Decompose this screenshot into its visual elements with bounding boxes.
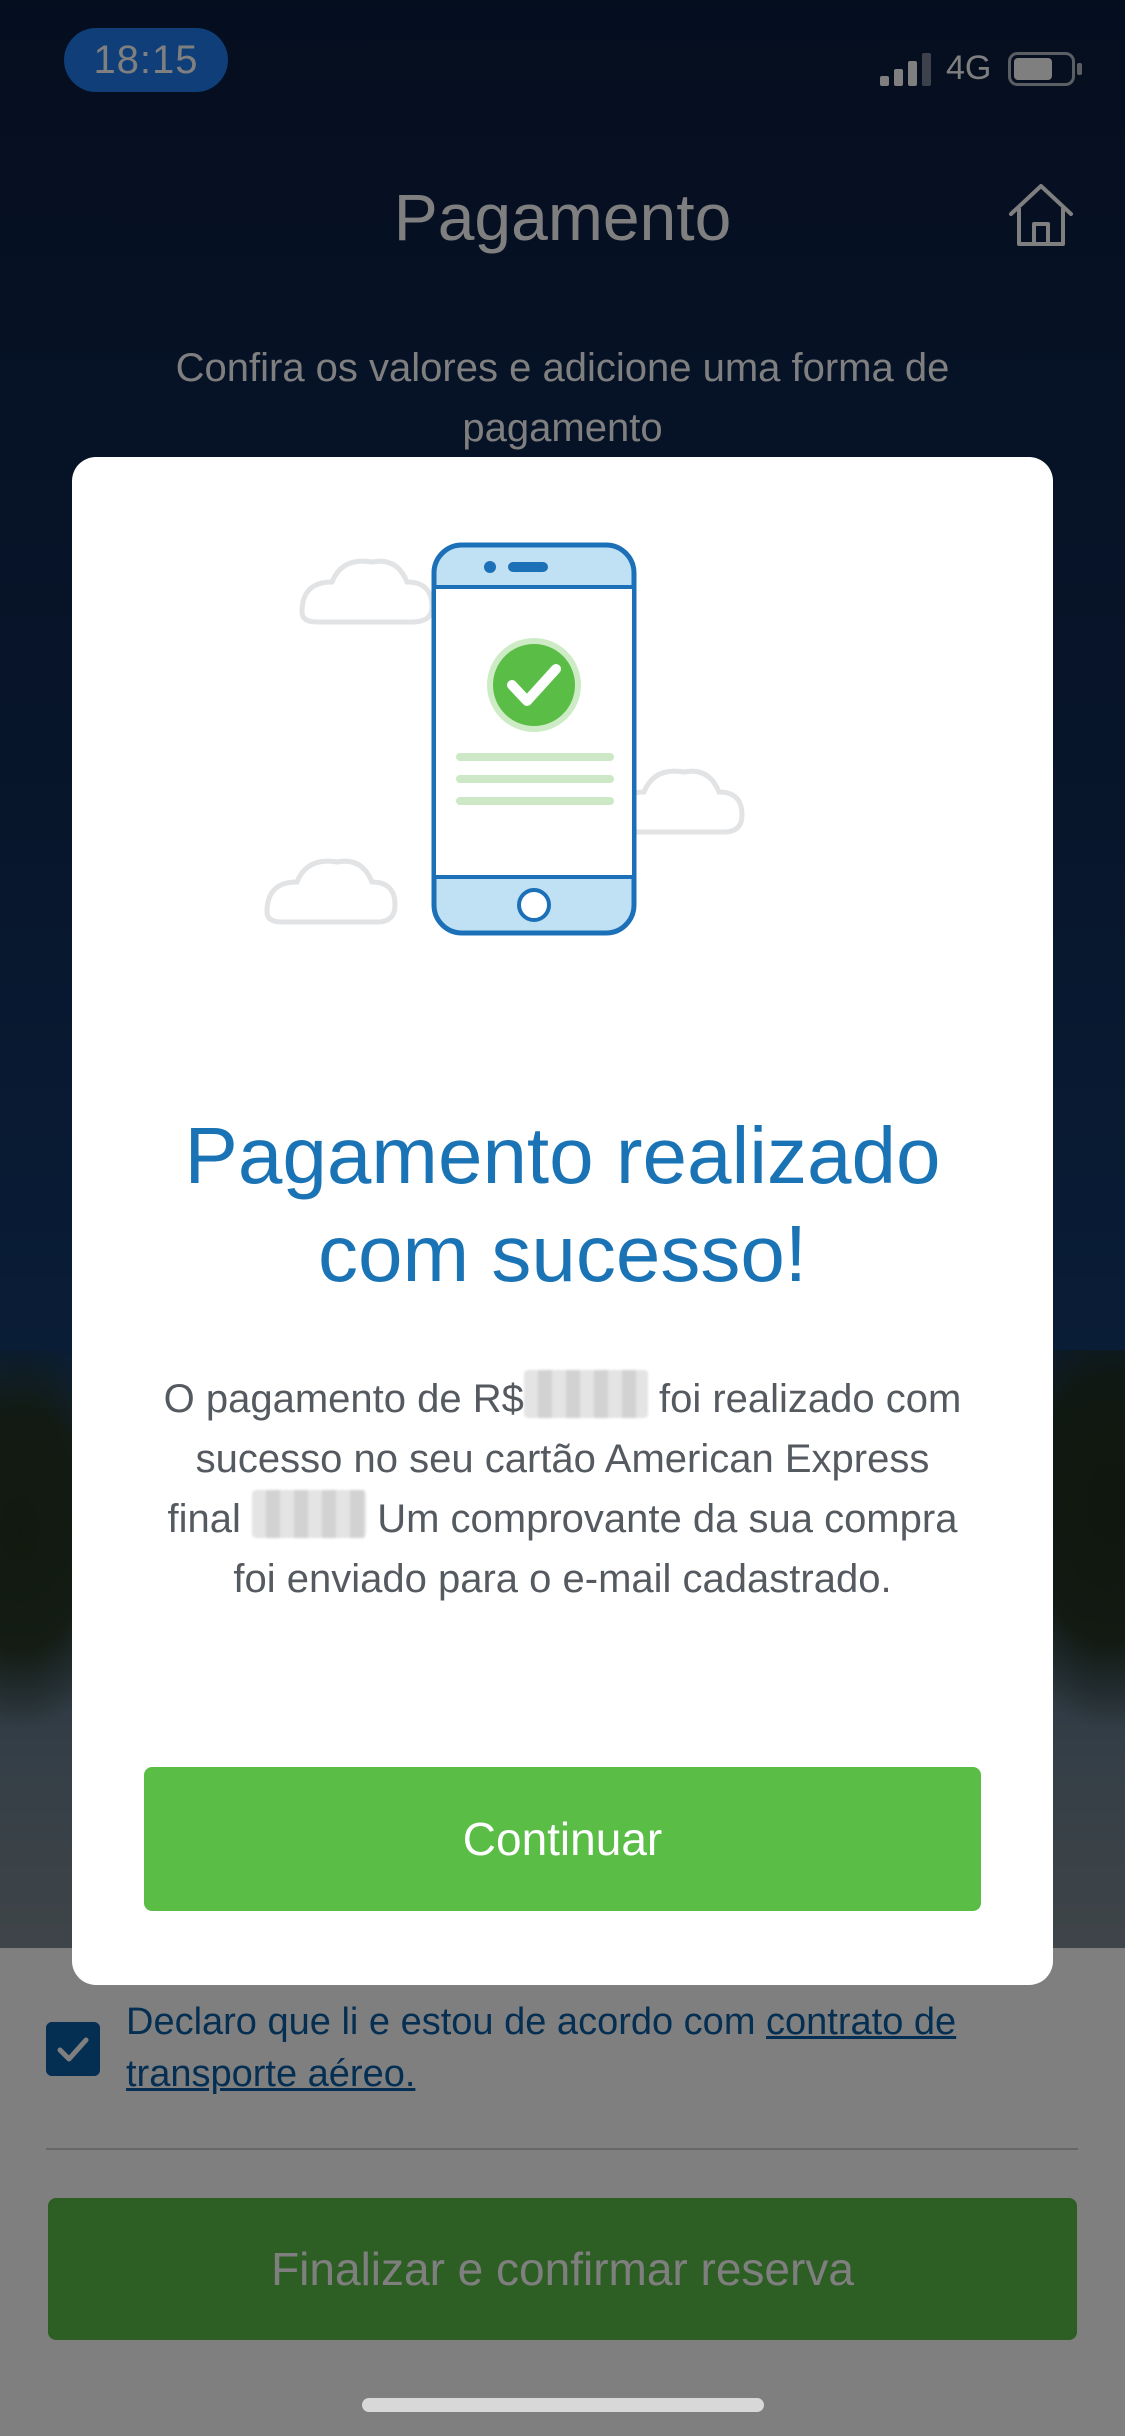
app-screen: 18:15 4G Pagamento Confira os valores e …: [0, 0, 1125, 2436]
redacted-amount: [523, 1370, 648, 1418]
continue-button[interactable]: Continuar: [144, 1767, 981, 1911]
phone-success-icon: [264, 542, 745, 936]
payment-success-modal: Pagamento realizado com sucesso! O pagam…: [72, 457, 1053, 1985]
home-indicator[interactable]: [362, 2398, 764, 2412]
message-text-1: O pagamento de R$: [163, 1377, 524, 1421]
success-message: O pagamento de R$ foi realizado com suce…: [162, 1369, 963, 1609]
success-title: Pagamento realizado com sucesso!: [184, 1111, 941, 1298]
redacted-card-number: [252, 1490, 367, 1538]
